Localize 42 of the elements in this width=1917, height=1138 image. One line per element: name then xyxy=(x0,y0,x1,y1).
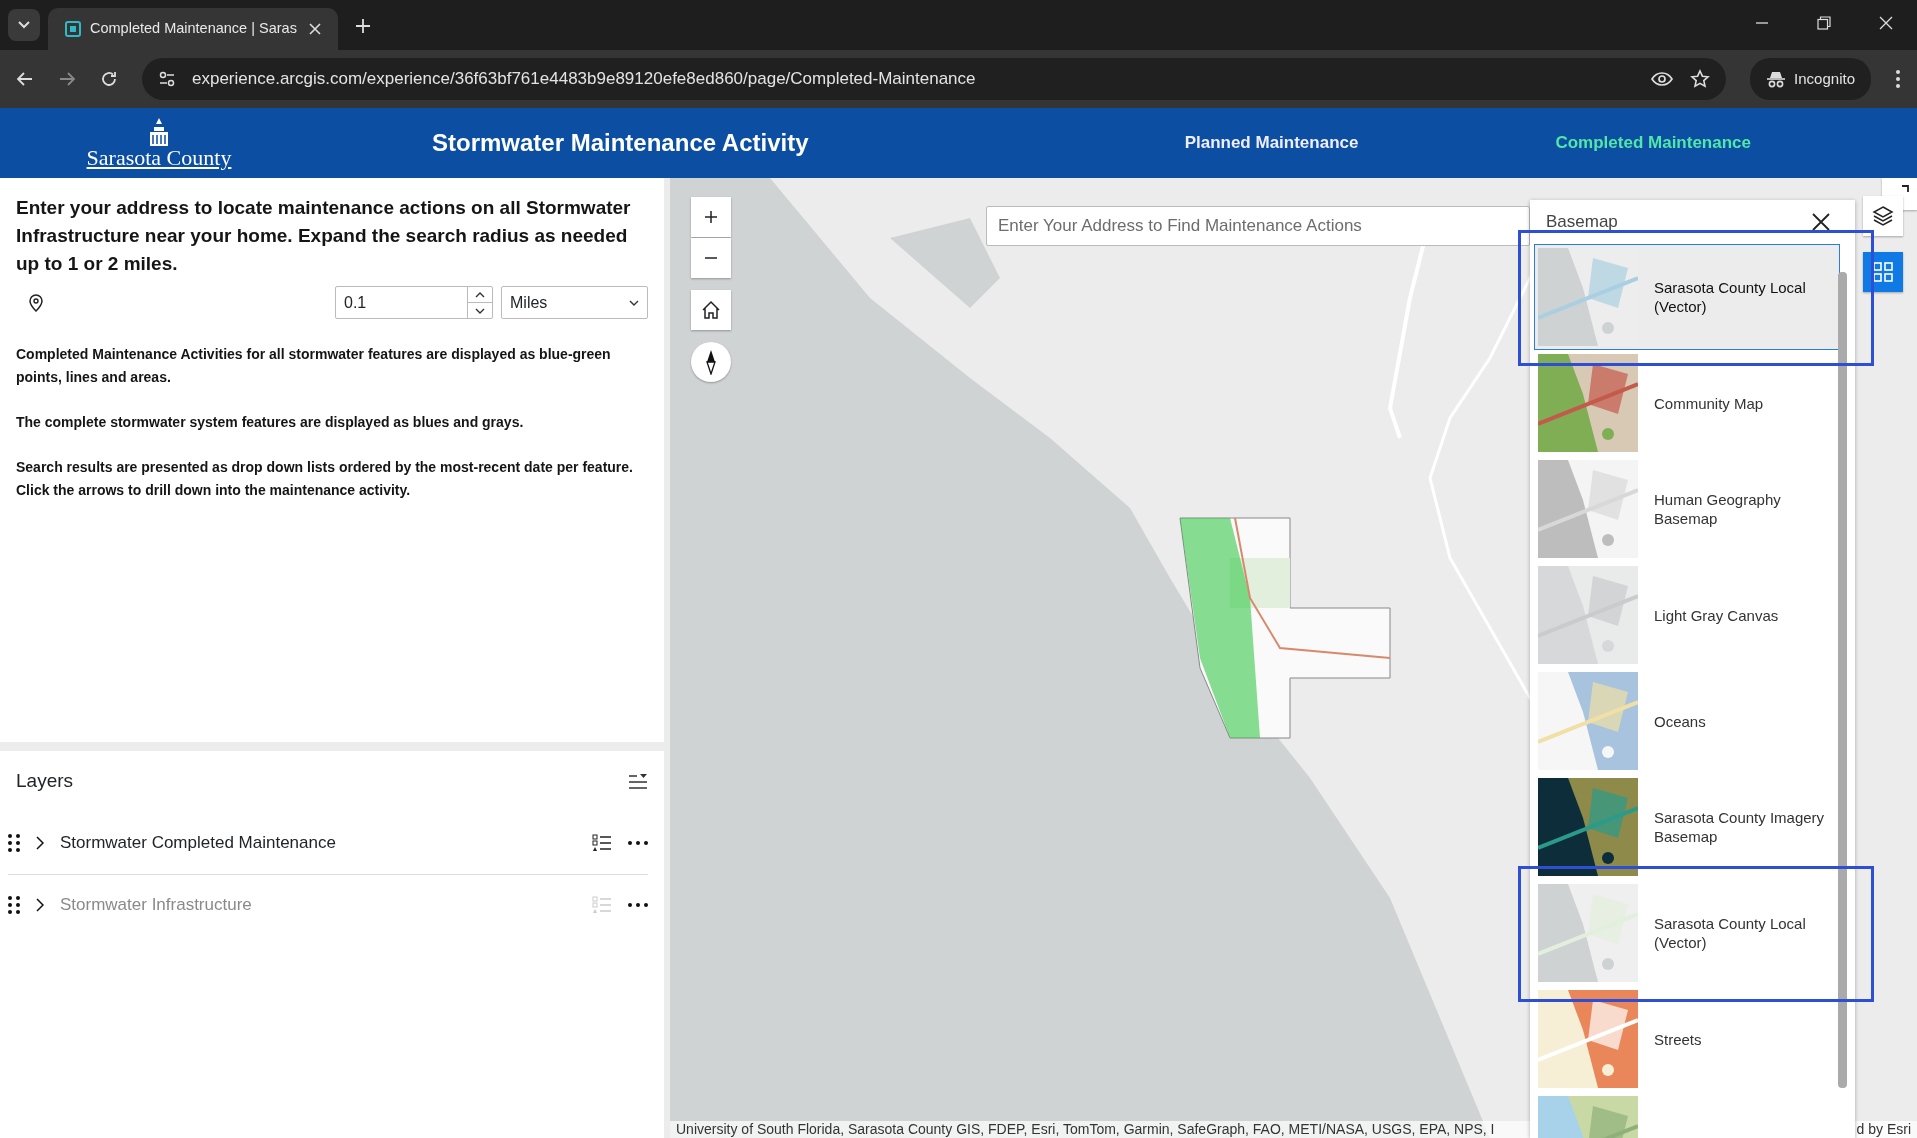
unit-dropdown[interactable]: Miles xyxy=(501,286,648,319)
back-icon[interactable] xyxy=(16,70,34,88)
note-text: Search results are presented as drop down lists ordered by the most-recent date per feature. Click the arrows to drill down into the maintenance activity. xyxy=(16,458,634,500)
app-title: Stormwater Maintenance Activity xyxy=(432,128,809,158)
radius-field[interactable]: 0.1 xyxy=(335,286,493,319)
nav-link[interactable]: Completed Maintenance xyxy=(1549,129,1757,157)
profile-label: Incognito xyxy=(1794,68,1855,89)
drag-handle-icon[interactable] xyxy=(8,832,20,853)
panel-title: Layers xyxy=(16,769,74,793)
profile-chip[interactable]: Incognito xyxy=(1750,58,1871,100)
layer-name[interactable]: Stormwater Infrastructure xyxy=(60,892,576,918)
site-icon xyxy=(64,20,82,38)
chevron-icon[interactable] xyxy=(36,898,44,912)
url-text: experience.arcgis.com/experience/36f63bf761e4483b9e89120efe8ed860/page/Completed-Maintenance xyxy=(192,68,977,91)
more-icon[interactable] xyxy=(628,903,648,907)
menu-icon[interactable] xyxy=(1895,69,1901,89)
location-pin-icon[interactable] xyxy=(29,293,43,312)
filter-menu-icon[interactable] xyxy=(628,773,648,790)
tab-list-icon[interactable] xyxy=(8,9,40,41)
address-bar[interactable]: experience.arcgis.com/experience/36f63bf761e4483b9e89120efe8ed860/page/Completed-Maintenance xyxy=(142,58,1727,100)
intro-text: Enter your address to locate maintenance actions on all Stormwater Infrastructure near your home. Expand the search radius as needed up to 1 or 2 miles. xyxy=(16,196,632,276)
browser-tab[interactable]: Completed Maintenance | Saras xyxy=(48,8,338,50)
layer-name[interactable]: Stormwater Completed Maintenance xyxy=(60,829,576,856)
note-text: The complete stormwater system features are displayed as blues and grays. xyxy=(16,413,525,432)
chevron-icon[interactable] xyxy=(36,835,44,850)
forward-icon xyxy=(58,70,76,88)
unit-label: Miles xyxy=(510,292,549,313)
legend-icon[interactable] xyxy=(592,832,612,853)
site-settings-icon[interactable] xyxy=(158,70,176,88)
more-icon[interactable] xyxy=(628,840,648,845)
caret-icon xyxy=(629,299,639,306)
eye-icon[interactable] xyxy=(1650,70,1675,88)
restore-icon[interactable] xyxy=(1817,16,1831,30)
tab-title: Completed Maintenance | Saras xyxy=(90,19,298,39)
nav-link[interactable]: Planned Maintenance xyxy=(1178,129,1365,157)
logo-text: Sarasota County xyxy=(86,147,232,169)
note-text: Completed Maintenance Activities for all stormwater features are displayed as blue-green points, lines and areas. xyxy=(16,345,612,387)
incognito-icon xyxy=(1766,70,1787,88)
reload-icon[interactable] xyxy=(100,70,118,88)
drag-handle-icon[interactable] xyxy=(8,895,20,915)
star-icon[interactable] xyxy=(1690,69,1711,89)
new-tab-icon[interactable] xyxy=(354,17,372,35)
